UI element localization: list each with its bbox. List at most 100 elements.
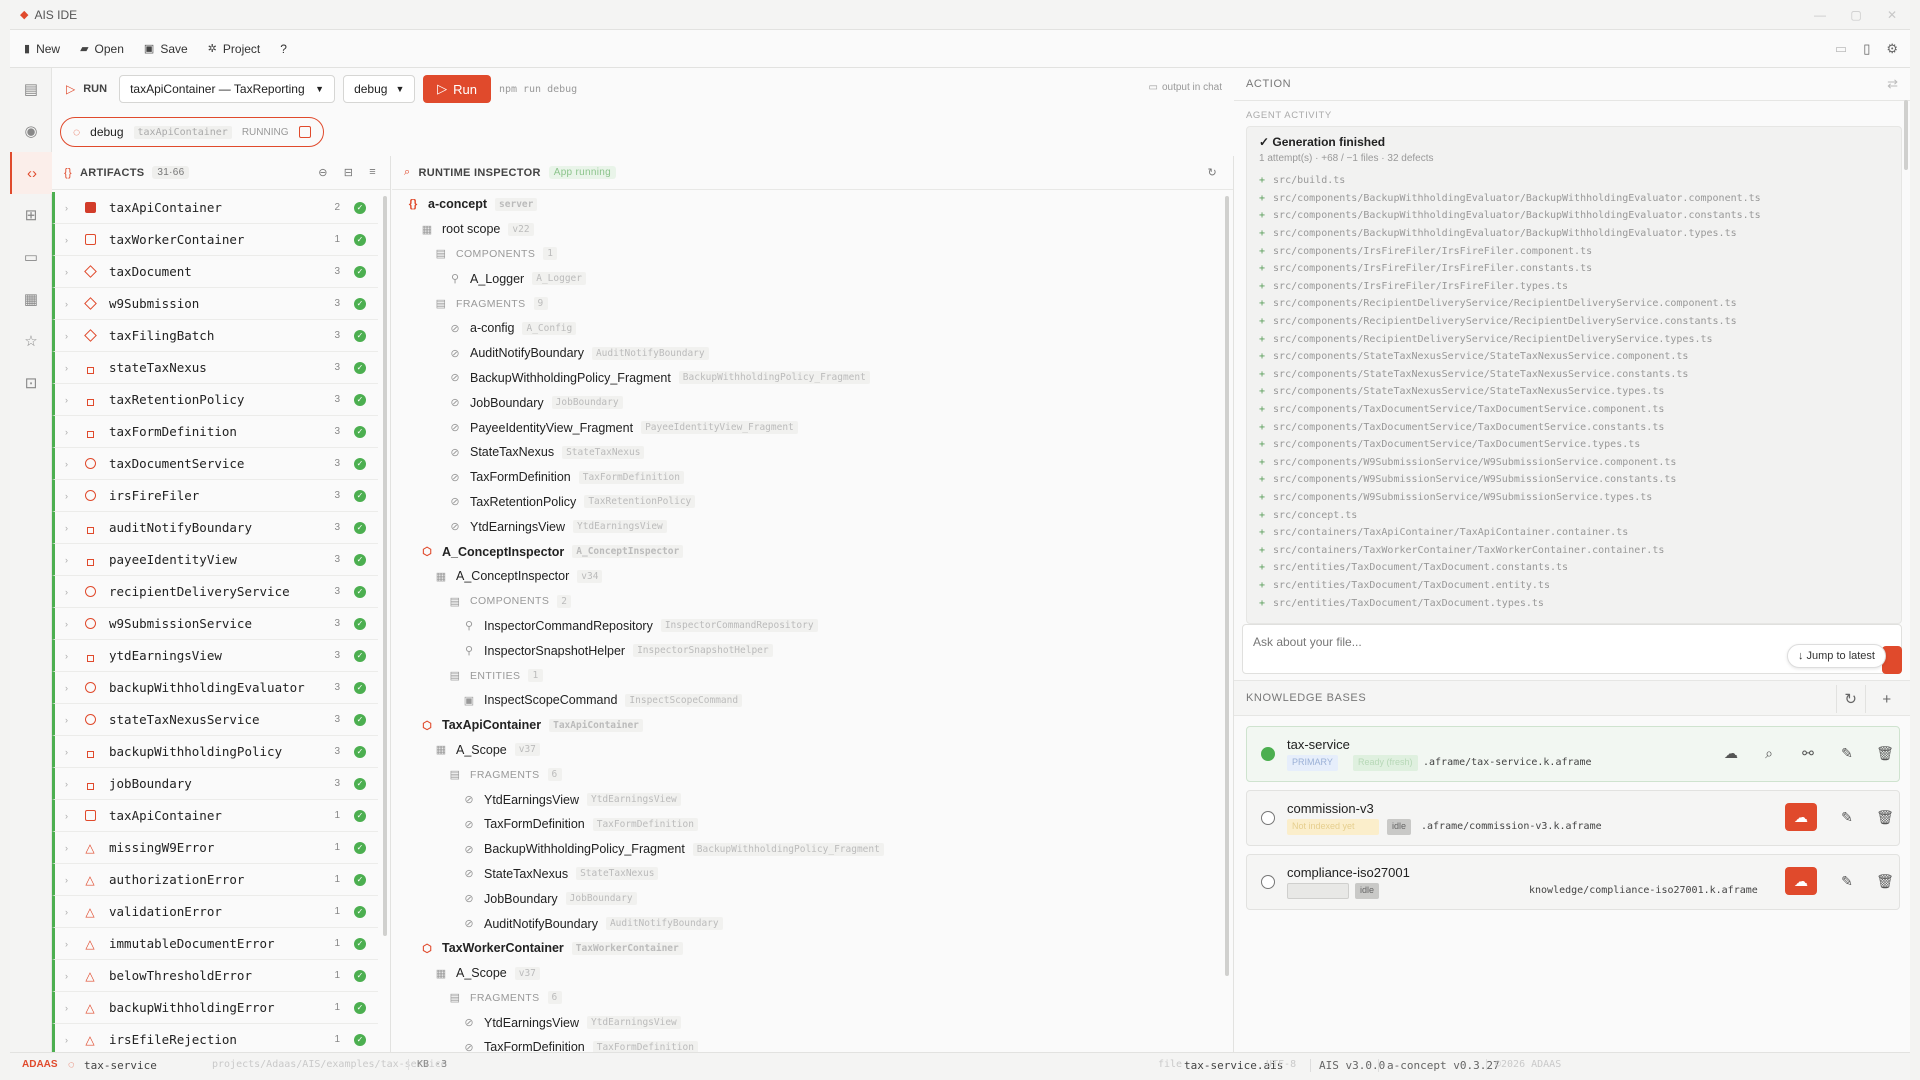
artifact-row[interactable]: › taxRetentionPolicy 3 ✓ — [52, 384, 378, 416]
chevron-right-icon[interactable]: › — [65, 331, 83, 341]
changed-file-row[interactable]: + src/concept.ts — [1247, 506, 1901, 524]
inspector-scrollbar[interactable] — [1225, 196, 1229, 976]
artifact-row[interactable]: › △ immutableDocumentError 1 ✓ — [52, 928, 378, 960]
notes-icon[interactable]: ▦ — [10, 278, 52, 320]
tree-node[interactable]: ⊘ JobBoundary JobBoundary — [392, 390, 1222, 415]
add-icon[interactable]: + — [1872, 685, 1902, 713]
artifact-row[interactable]: › △ belowThresholdError 1 ✓ — [52, 960, 378, 992]
run-target-select[interactable]: taxApiContainer — TaxReporting ▼ — [119, 75, 336, 103]
kb-select-radio[interactable] — [1261, 747, 1275, 761]
changed-file-row[interactable]: + src/components/BackupWithholdingEvaluat… — [1247, 207, 1901, 225]
changed-file-row[interactable]: + src/components/IrsFireFiler/IrsFireFile… — [1247, 242, 1901, 260]
edit-icon[interactable]: ✎ — [1831, 867, 1863, 895]
document-icon[interactable]: ▭ — [10, 236, 52, 278]
tree-section[interactable]: ▤ COMPONENTS 1 — [392, 242, 1222, 267]
artifact-row[interactable]: › jobBoundary 3 ✓ — [52, 768, 378, 800]
chevron-right-icon[interactable]: › — [65, 363, 83, 373]
artifact-row[interactable]: › backupWithholdingEvaluator 3 ✓ — [52, 672, 378, 704]
changed-file-row[interactable]: + src/components/TaxDocumentService/TaxDo… — [1247, 418, 1901, 436]
tree-section[interactable]: ▤ FRAGMENTS 6 — [392, 762, 1222, 787]
changed-file-row[interactable]: + src/components/W9SubmissionService/W9Su… — [1247, 489, 1901, 507]
kb-select-radio[interactable] — [1261, 811, 1275, 825]
project-name[interactable]: tax-service — [84, 1059, 157, 1072]
chevron-right-icon[interactable]: › — [65, 651, 83, 661]
run-button[interactable]: ▷ Run — [423, 75, 491, 103]
changed-file-row[interactable]: + src/components/RecipientDeliveryService… — [1247, 330, 1901, 348]
tree-node[interactable]: ⊘ TaxFormDefinition TaxFormDefinition — [392, 812, 1222, 837]
jump-to-latest-button[interactable]: ↓ Jump to latest — [1786, 644, 1886, 668]
chevron-right-icon[interactable]: › — [65, 427, 83, 437]
chevron-right-icon[interactable]: › — [65, 715, 83, 725]
changed-file-row[interactable]: + src/components/IrsFireFiler/IrsFireFile… — [1247, 260, 1901, 278]
changed-file-row[interactable]: + src/components/W9SubmissionService/W9Su… — [1247, 454, 1901, 472]
output-in-chat-link[interactable]: ▭ output in chat — [1149, 82, 1223, 93]
artifact-row[interactable]: › w9SubmissionService 3 ✓ — [52, 608, 378, 640]
extensions-icon[interactable]: ⊡ — [10, 362, 52, 404]
filter-icon[interactable]: ⊟ — [344, 166, 354, 179]
delete-icon[interactable]: 🗑 — [1869, 803, 1901, 831]
diagram-icon[interactable]: ⊞ — [10, 194, 52, 236]
artifact-row[interactable]: › taxDocumentService 3 ✓ — [52, 448, 378, 480]
chevron-right-icon[interactable]: › — [65, 299, 83, 309]
changed-file-row[interactable]: + src/components/StateTaxNexusService/Sta… — [1247, 383, 1901, 401]
artifact-row[interactable]: › taxFilingBatch 3 ✓ — [52, 320, 378, 352]
chevron-right-icon[interactable]: › — [65, 587, 83, 597]
chevron-right-icon[interactable]: › — [65, 907, 83, 917]
tree-node[interactable]: ⊘ BackupWithholdingPolicy_Fragment BackupW… — [392, 837, 1222, 862]
tree-node[interactable]: ⬡ A_ConceptInspector A_ConceptInspector — [392, 539, 1222, 564]
tree-node[interactable]: ⊘ YtdEarningsView YtdEarningsView — [392, 787, 1222, 812]
chevron-right-icon[interactable]: › — [65, 683, 83, 693]
artifact-row[interactable]: › taxDocument 3 ✓ — [52, 256, 378, 288]
refresh-icon[interactable]: ↻ — [1836, 685, 1866, 713]
tree-node[interactable]: ⊘ AuditNotifyBoundary AuditNotifyBoundary — [392, 341, 1222, 366]
activity-scrollbar[interactable] — [1904, 100, 1908, 170]
artifact-row[interactable]: › backupWithholdingPolicy 3 ✓ — [52, 736, 378, 768]
tree-node[interactable]: ⚲ A_Logger A_Logger — [392, 266, 1222, 291]
edit-icon[interactable]: ✎ — [1831, 739, 1863, 767]
minimize-button[interactable]: — — [1802, 8, 1838, 22]
tree-node[interactable]: ⊘ PayeeIdentityView_Fragment PayeeIdentity… — [392, 415, 1222, 440]
stop-icon[interactable] — [298, 126, 311, 138]
tree-node[interactable]: ▦ root scope v22 — [392, 217, 1222, 242]
changed-file-row[interactable]: + src/entities/TaxDocument/TaxDocument.en… — [1247, 577, 1901, 595]
star-icon[interactable]: ☆ — [10, 320, 52, 362]
chevron-right-icon[interactable]: › — [65, 939, 83, 949]
artifact-row[interactable]: › w9Submission 3 ✓ — [52, 288, 378, 320]
tree-node[interactable]: ⊘ TaxFormDefinition TaxFormDefinition — [392, 465, 1222, 490]
changed-file-row[interactable]: + src/containers/TaxApiContainer/TaxApiCo… — [1247, 524, 1901, 542]
panel-toggle-icon[interactable]: ▭ — [1835, 41, 1847, 57]
tree-section[interactable]: ▤ FRAGMENTS 6 — [392, 986, 1222, 1011]
changed-file-row[interactable]: + src/components/RecipientDeliveryService… — [1247, 313, 1901, 331]
tree-node[interactable]: ⬡ TaxWorkerContainer TaxWorkerContainer — [392, 936, 1222, 961]
search-icon[interactable]: ⌕ — [1753, 739, 1785, 767]
layout-icon[interactable]: ▯ — [1863, 41, 1870, 57]
changed-file-row[interactable]: + src/entities/TaxDocument/TaxDocument.ty… — [1247, 594, 1901, 612]
chevron-right-icon[interactable]: › — [65, 811, 83, 821]
artifact-row[interactable]: › △ authorizationError 1 ✓ — [52, 864, 378, 896]
changed-file-row[interactable]: + src/components/IrsFireFiler/IrsFireFile… — [1247, 278, 1901, 296]
save-button[interactable]: ▣ Save — [144, 42, 188, 56]
tree-section[interactable]: ▤ FRAGMENTS 9 — [392, 291, 1222, 316]
chevron-right-icon[interactable]: › — [65, 619, 83, 629]
collapse-all-icon[interactable]: ⊖ — [318, 166, 328, 179]
unlink-icon[interactable]: ⚯ — [1792, 739, 1824, 767]
changed-file-row[interactable]: + src/components/BackupWithholdingEvaluat… — [1247, 190, 1901, 208]
artifact-row[interactable]: › stateTaxNexusService 3 ✓ — [52, 704, 378, 736]
chevron-right-icon[interactable]: › — [65, 491, 83, 501]
tree-node[interactable]: ⊘ StateTaxNexus StateTaxNexus — [392, 862, 1222, 887]
sort-icon[interactable]: ≡ — [369, 166, 376, 179]
project-button[interactable]: ✲ Project — [208, 42, 261, 56]
tree-node[interactable]: ⊘ YtdEarningsView YtdEarningsView — [392, 514, 1222, 539]
chevron-right-icon[interactable]: › — [65, 875, 83, 885]
tree-node[interactable]: ▦ A_Scope v37 — [392, 961, 1222, 986]
changed-file-row[interactable]: + src/components/RecipientDeliveryService… — [1247, 295, 1901, 313]
tree-node[interactable]: {} a-concept server — [392, 192, 1222, 217]
eye-icon[interactable]: ◉ — [10, 110, 52, 152]
code-icon[interactable]: ‹› — [10, 152, 52, 194]
chevron-right-icon[interactable]: › — [65, 1003, 83, 1013]
artifact-row[interactable]: › recipientDeliveryService 3 ✓ — [52, 576, 378, 608]
changed-file-row[interactable]: + src/components/StateTaxNexusService/Sta… — [1247, 366, 1901, 384]
chevron-right-icon[interactable]: › — [65, 523, 83, 533]
tree-node[interactable]: ⊘ TaxRetentionPolicy TaxRetentionPolicy — [392, 490, 1222, 515]
artifact-row[interactable]: › payeeIdentityView 3 ✓ — [52, 544, 378, 576]
